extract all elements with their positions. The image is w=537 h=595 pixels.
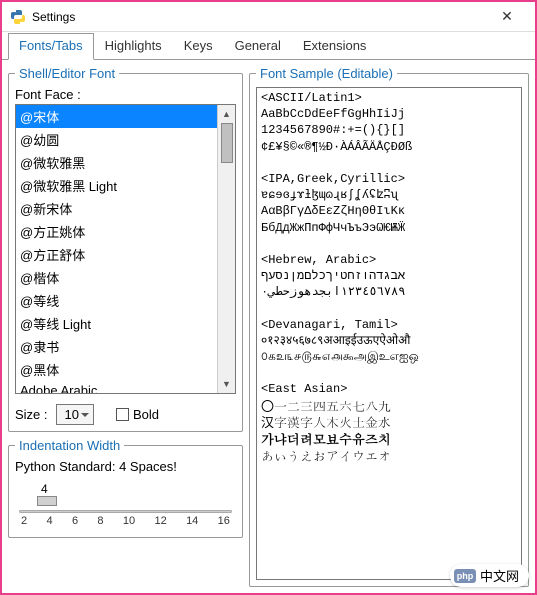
sample-line: <IPA,Greek,Cyrillic> (261, 171, 517, 187)
slider-tick: 12 (154, 515, 166, 527)
checkbox-icon (116, 408, 129, 421)
sample-line: БбДдЖжПпФфЧчЪъЭэѠѤѬӜ (261, 220, 517, 236)
sample-line: ΑαΒβΓγΔδΕεΖζΗηΘθΙιΚκ (261, 203, 517, 219)
sample-line: 1234567890#:+=(){}[] (261, 122, 517, 138)
bold-label: Bold (133, 407, 159, 422)
indent-slider[interactable]: 4 2 4 6 8 10 12 14 16 (15, 482, 236, 527)
font-option[interactable]: @隶书 (16, 335, 217, 358)
font-face-label: Font Face : (15, 87, 236, 102)
sample-line: <Devanagari, Tamil> (261, 317, 517, 333)
tab-extensions[interactable]: Extensions (292, 33, 378, 60)
font-list-wrap: @宋体@幼圆@微软雅黑@微软雅黑 Light@新宋体@方正姚体@方正舒体@楷体@… (15, 104, 236, 394)
tab-bar: Fonts/TabsHighlightsKeysGeneralExtension… (2, 32, 535, 60)
slider-value: 4 (41, 482, 232, 496)
sample-line: <Hebrew, Arabic> (261, 252, 517, 268)
scroll-down-arrow[interactable]: ▼ (218, 377, 235, 391)
sample-line: ١٢٣٤٥٦٧٨٩ابجدهوزحطي۰ (261, 284, 517, 300)
font-option[interactable]: Adobe Arabic (16, 381, 217, 393)
scroll-thumb[interactable] (221, 123, 233, 163)
indent-legend: Indentation Width (15, 438, 124, 453)
font-list[interactable]: @宋体@幼圆@微软雅黑@微软雅黑 Light@新宋体@方正姚体@方正舒体@楷体@… (16, 105, 217, 393)
size-row: Size : 10 Bold (15, 404, 236, 425)
font-option[interactable]: @方正舒体 (16, 243, 217, 266)
font-option[interactable]: @楷体 (16, 266, 217, 289)
tab-fonts-tabs[interactable]: Fonts/Tabs (8, 33, 94, 60)
sample-line: אבגדהוזחטיךכלםמןנסעף (261, 268, 517, 284)
font-option[interactable]: @等线 (16, 289, 217, 312)
watermark-badge: php 中文网 (450, 564, 529, 587)
font-scrollbar[interactable]: ▲ ▼ (217, 105, 235, 393)
slider-tick: 6 (72, 515, 78, 527)
close-button[interactable]: ✕ (487, 2, 527, 32)
sample-line (261, 236, 517, 252)
sample-line: AaBbCcDdEeFfGgHhIiJj (261, 106, 517, 122)
sample-fieldset: Font Sample (Editable) <ASCII/Latin1>AaB… (249, 66, 529, 587)
sample-line (261, 155, 517, 171)
watermark-text: 中文网 (480, 566, 519, 585)
bold-checkbox[interactable]: Bold (116, 407, 159, 422)
font-legend: Shell/Editor Font (15, 66, 119, 81)
slider-tick: 16 (218, 515, 230, 527)
slider-tick: 2 (21, 515, 27, 527)
tab-keys[interactable]: Keys (173, 33, 224, 60)
font-option[interactable]: @宋体 (16, 105, 217, 128)
sample-line (261, 300, 517, 316)
window-title: Settings (32, 10, 487, 24)
titlebar: Settings ✕ (2, 2, 535, 32)
sample-line: ௦௧௨௩௪௫௬௭௮௯அஇஉஎஐஒ (261, 349, 517, 365)
tab-highlights[interactable]: Highlights (94, 33, 173, 60)
font-option[interactable]: @等线 Light (16, 312, 217, 335)
sample-line: ०१२३४५६७८९अआइईउऊएऐओऔ (261, 333, 517, 349)
font-option[interactable]: @微软雅黑 (16, 151, 217, 174)
font-option[interactable]: @方正姚体 (16, 220, 217, 243)
php-logo-icon: php (454, 569, 476, 583)
sample-line: ¢£¥§©«®¶½Đ·ÀÁÂÃÄÅÇÐØß (261, 139, 517, 155)
slider-thumb[interactable] (37, 496, 57, 506)
font-sample-textarea[interactable]: <ASCII/Latin1>AaBbCcDdEeFfGgHhIiJj123456… (256, 87, 522, 580)
content-area: Shell/Editor Font Font Face : @宋体@幼圆@微软雅… (2, 60, 535, 593)
sample-line: <ASCII/Latin1> (261, 90, 517, 106)
slider-tick: 10 (123, 515, 135, 527)
sample-line: ɐɕɘɞɟɤɫɮɰɷɻʁʃʆʎʢʫʭʯ (261, 187, 517, 203)
font-option[interactable]: @幼圆 (16, 128, 217, 151)
slider-ticks: 2 4 6 8 10 12 14 16 (19, 515, 232, 527)
scroll-up-arrow[interactable]: ▲ (218, 107, 235, 121)
indent-fieldset: Indentation Width Python Standard: 4 Spa… (8, 438, 243, 538)
slider-tick: 8 (97, 515, 103, 527)
sample-line (261, 365, 517, 381)
sample-legend: Font Sample (Editable) (256, 66, 397, 81)
size-select[interactable]: 10 (56, 404, 94, 425)
tab-general[interactable]: General (224, 33, 292, 60)
size-label: Size : (15, 407, 48, 422)
slider-track[interactable] (19, 510, 232, 513)
sample-line: あいうえおアイウエオ (261, 448, 517, 465)
font-option[interactable]: @黑体 (16, 358, 217, 381)
indent-standard-label: Python Standard: 4 Spaces! (15, 459, 236, 474)
font-fieldset: Shell/Editor Font Font Face : @宋体@幼圆@微软雅… (8, 66, 243, 432)
slider-tick: 4 (46, 515, 52, 527)
python-icon (10, 9, 26, 25)
slider-tick: 14 (186, 515, 198, 527)
font-option[interactable]: @新宋体 (16, 197, 217, 220)
font-option[interactable]: @微软雅黑 Light (16, 174, 217, 197)
